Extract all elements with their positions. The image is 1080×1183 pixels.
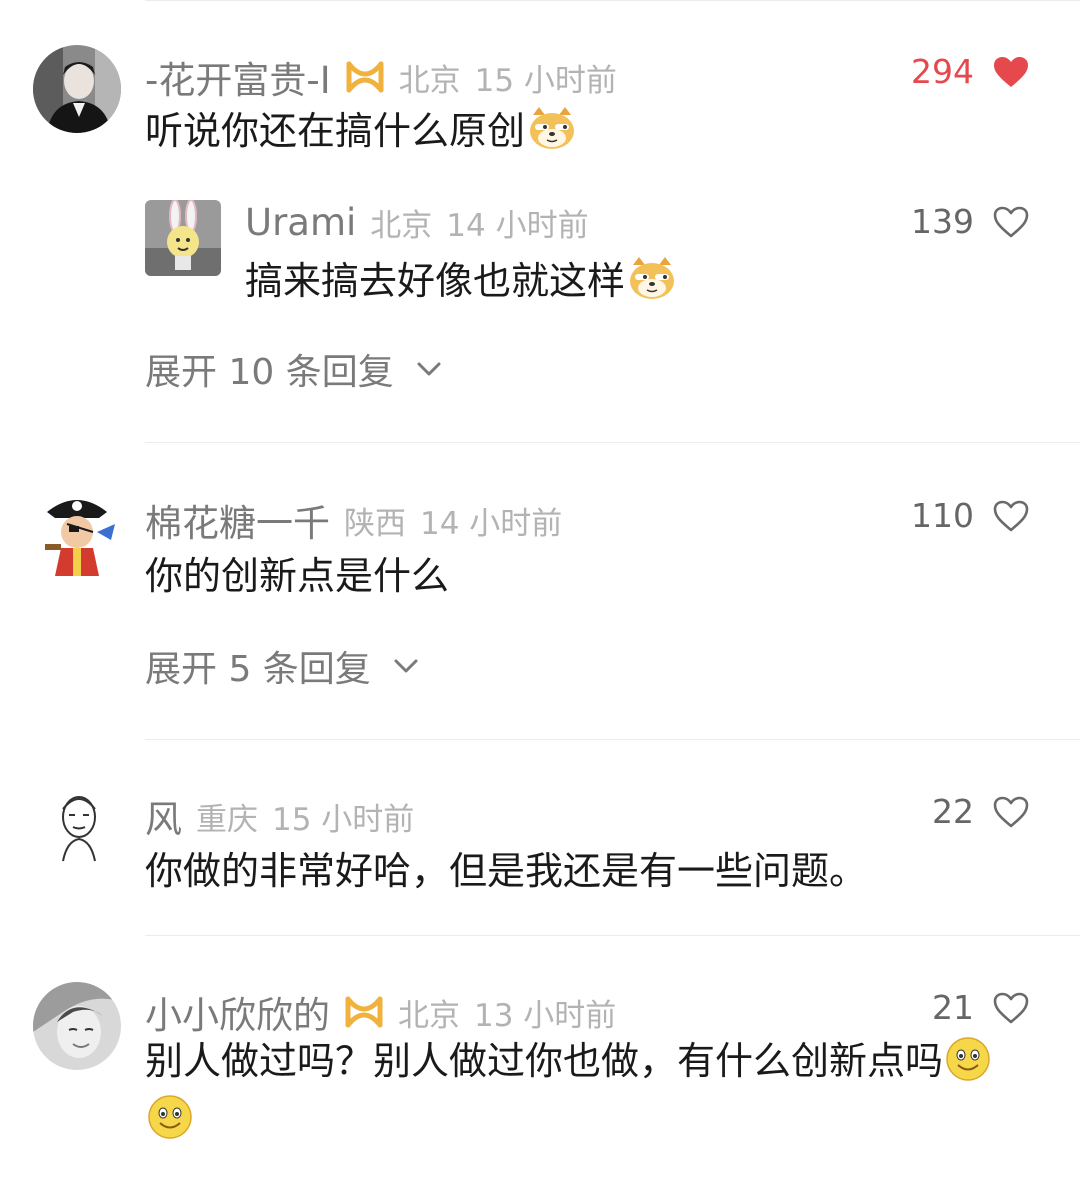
like-control[interactable]: 22 bbox=[932, 792, 1030, 831]
doge-emoji-icon bbox=[627, 255, 677, 301]
chevron-down-icon bbox=[416, 360, 442, 378]
chevron-down-icon bbox=[393, 657, 419, 675]
comment-text-body: 你做的非常好哈，但是我还是有一些问题。 bbox=[145, 849, 868, 893]
reply-meta: Urami 北京 14 小时前 bbox=[245, 200, 589, 245]
heart-outline-icon[interactable] bbox=[992, 205, 1030, 239]
expand-replies-button[interactable]: 展开 5 条回复 bbox=[145, 640, 419, 692]
comment-meta: 小小欣欣的 北京 13 小时前 bbox=[145, 985, 616, 1039]
timestamp: 14 小时前 bbox=[420, 505, 563, 542]
doge-emoji-icon bbox=[527, 105, 577, 151]
like-count: 22 bbox=[932, 792, 974, 831]
heart-outline-icon[interactable] bbox=[992, 991, 1030, 1025]
reply-text: 搞来搞去好像也就这样 bbox=[245, 250, 677, 305]
like-control[interactable]: 110 bbox=[911, 496, 1030, 535]
reply-like-count: 139 bbox=[911, 202, 974, 241]
like-control[interactable]: 294 bbox=[911, 52, 1030, 91]
heart-outline-icon[interactable] bbox=[992, 795, 1030, 829]
expand-replies-button[interactable]: 展开 10 条回复 bbox=[145, 343, 442, 395]
location: 北京 bbox=[398, 997, 460, 1034]
reply-username[interactable]: Urami bbox=[245, 201, 356, 244]
comment-meta: 风 重庆 15 小时前 bbox=[145, 789, 414, 843]
divider-top bbox=[145, 0, 1080, 1]
avatar[interactable] bbox=[33, 45, 121, 133]
smile-emoji-icon bbox=[147, 1094, 193, 1140]
like-count: 21 bbox=[932, 988, 974, 1027]
location: 重庆 bbox=[196, 801, 258, 838]
location: 陕西 bbox=[344, 505, 406, 542]
location: 北京 bbox=[398, 62, 461, 99]
timestamp: 15 小时前 bbox=[272, 801, 415, 838]
smile-emoji-icon bbox=[945, 1036, 991, 1082]
username[interactable]: 小小欣欣的 bbox=[145, 985, 330, 1039]
comment-text: 听说你还在搞什么原创 bbox=[145, 100, 577, 155]
timestamp: 13 小时前 bbox=[474, 997, 617, 1034]
expand-replies-label: 展开 10 条回复 bbox=[145, 352, 394, 393]
like-count: 294 bbox=[911, 52, 974, 91]
comment-text: 你做的非常好哈，但是我还是有一些问题。 bbox=[145, 840, 867, 895]
reply-like-control[interactable]: 139 bbox=[911, 202, 1030, 241]
expand-replies-label: 展开 5 条回复 bbox=[145, 649, 371, 690]
heart-outline-icon[interactable] bbox=[992, 499, 1030, 533]
timestamp: 15 小时前 bbox=[474, 62, 617, 99]
heart-filled-icon[interactable] bbox=[992, 55, 1030, 89]
comment-text-body: 别人做过吗？别人做过你也做，有什么创新点吗 bbox=[145, 1039, 944, 1083]
comment-text: 你的创新点是什么 bbox=[145, 545, 449, 600]
reply-location: 北京 bbox=[370, 208, 433, 244]
reply-avatar[interactable] bbox=[145, 200, 221, 276]
comment-text-body: 你的创新点是什么 bbox=[145, 554, 450, 598]
fan-badge-icon bbox=[345, 60, 385, 94]
divider bbox=[145, 935, 1080, 936]
like-count: 110 bbox=[911, 496, 974, 535]
username[interactable]: 风 bbox=[145, 789, 182, 843]
divider bbox=[145, 442, 1080, 443]
username[interactable]: 棉花糖一千 bbox=[145, 493, 330, 547]
fan-badge-icon bbox=[344, 995, 384, 1029]
divider bbox=[145, 739, 1080, 740]
avatar[interactable] bbox=[33, 488, 121, 576]
avatar[interactable] bbox=[33, 785, 121, 873]
comment-text-body: 听说你还在搞什么原创 bbox=[145, 109, 526, 153]
avatar[interactable] bbox=[33, 982, 121, 1070]
reply-timestamp: 14 小时前 bbox=[446, 208, 589, 244]
reply-text-body: 搞来搞去好像也就这样 bbox=[245, 259, 626, 303]
comment-text: 别人做过吗？别人做过你也做，有什么创新点吗 bbox=[145, 1032, 1015, 1148]
username[interactable]: -花开富贵-I bbox=[145, 50, 331, 104]
comment-meta: -花开富贵-I 北京 15 小时前 bbox=[145, 50, 617, 104]
comment-meta: 棉花糖一千 陕西 14 小时前 bbox=[145, 493, 562, 547]
like-control[interactable]: 21 bbox=[932, 988, 1030, 1027]
